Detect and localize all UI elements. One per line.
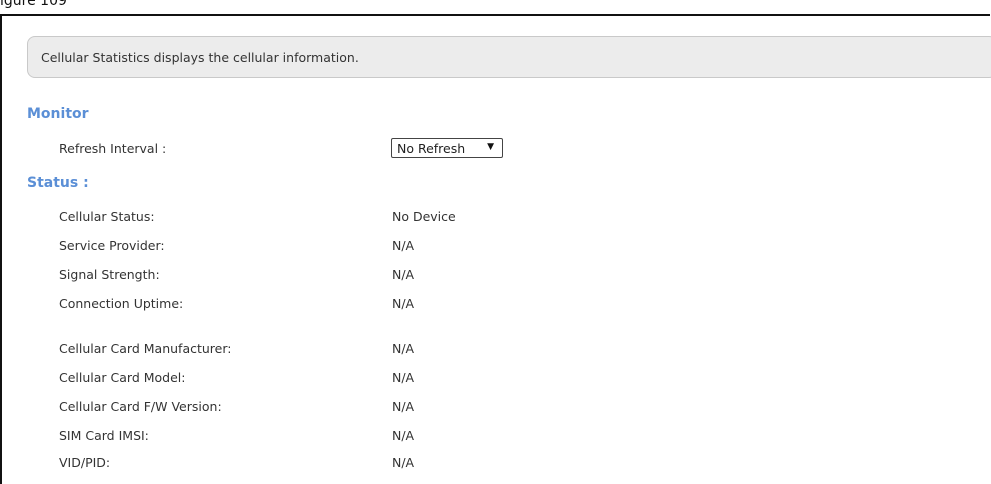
status-label-sim-card-imsi: SIM Card IMSI: <box>59 428 149 443</box>
status-label-vid-pid: VID/PID: <box>59 455 111 470</box>
status-label-card-manufacturer: Cellular Card Manufacturer: <box>59 341 232 356</box>
status-label-card-model: Cellular Card Model: <box>59 370 186 385</box>
status-value-card-model: N/A <box>392 370 415 385</box>
clipped-caption: igure 109 <box>0 0 120 12</box>
status-label-service-provider: Service Provider: <box>59 238 165 253</box>
status-value-sim-card-imsi: N/A <box>392 428 415 443</box>
status-section-title: Status : <box>27 175 89 191</box>
chevron-down-icon: ▼ <box>487 142 494 152</box>
status-label-signal-strength: Signal Strength: <box>59 267 160 282</box>
description-box: Cellular Statistics displays the cellula… <box>27 36 991 78</box>
refresh-interval-value: No Refresh <box>397 141 466 156</box>
refresh-interval-label: Refresh Interval : <box>59 141 167 156</box>
refresh-interval-select[interactable]: No Refresh ▼ <box>391 138 503 158</box>
status-value-vid-pid: N/A <box>392 455 415 470</box>
clipped-caption-text: igure 109 <box>0 0 67 9</box>
status-label-connection-uptime: Connection Uptime: <box>59 296 184 311</box>
status-label-card-fw-version: Cellular Card F/W Version: <box>59 399 222 414</box>
description-text: Cellular Statistics displays the cellula… <box>41 50 359 65</box>
monitor-section-title: Monitor <box>27 106 89 122</box>
status-value-service-provider: N/A <box>392 238 415 253</box>
status-label-cellular-status: Cellular Status: <box>59 209 155 224</box>
status-value-cellular-status: No Device <box>392 209 456 224</box>
status-value-card-fw-version: N/A <box>392 399 415 414</box>
status-value-connection-uptime: N/A <box>392 296 415 311</box>
status-value-signal-strength: N/A <box>392 267 415 282</box>
status-value-card-manufacturer: N/A <box>392 341 415 356</box>
